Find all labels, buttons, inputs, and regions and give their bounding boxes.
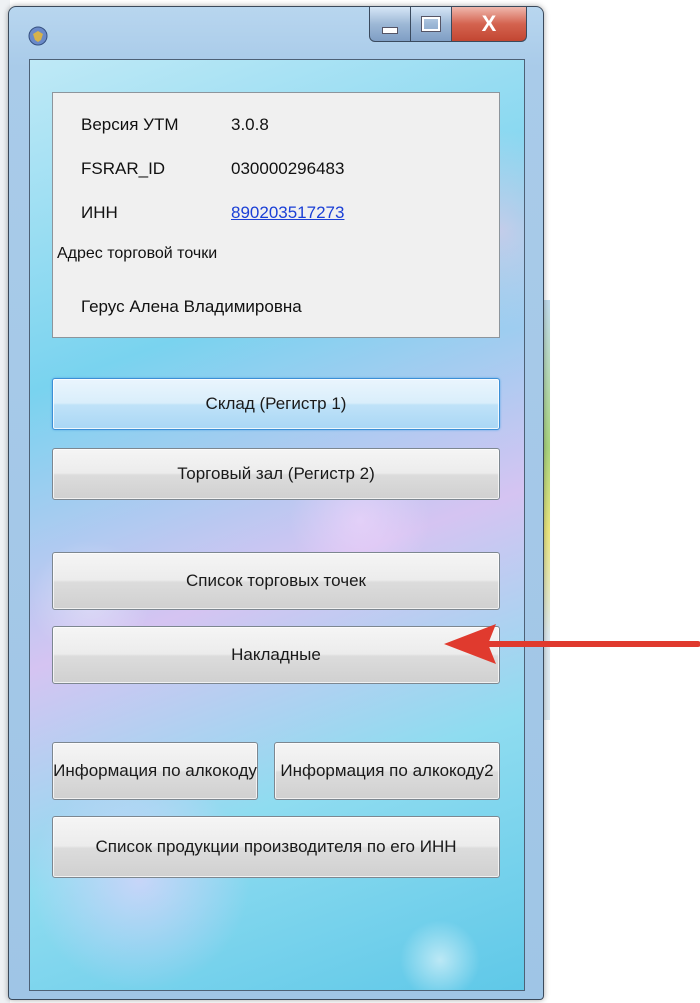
window-controls: X [369, 7, 527, 42]
title-bar[interactable]: X [9, 7, 543, 57]
maximize-button[interactable] [411, 7, 452, 42]
close-icon: X [481, 11, 497, 36]
inn-link[interactable]: 890203517273 [231, 203, 344, 223]
info-panel: Версия УТМ 3.0.8 FSRAR_ID 030000296483 И… [52, 92, 500, 338]
producer-products-button[interactable]: Список продукции производителя по его ИН… [52, 816, 500, 878]
invoices-button[interactable]: Накладные [52, 626, 500, 684]
inn-label: ИНН [81, 203, 118, 222]
version-label: Версия УТМ [81, 115, 179, 134]
owner-name: Герус Алена Владимировна [81, 297, 302, 316]
version-value: 3.0.8 [231, 115, 269, 134]
maximize-icon [421, 16, 441, 32]
fsrar-label: FSRAR_ID [81, 159, 166, 178]
alcocode-info2-button[interactable]: Информация по алкокоду2 [274, 742, 500, 800]
client-area: Версия УТМ 3.0.8 FSRAR_ID 030000296483 И… [29, 59, 525, 991]
app-window: X Версия УТМ 3.0.8 FSRAR_ID 030000296483… [8, 6, 544, 1000]
warehouse-button[interactable]: Склад (Регистр 1) [52, 378, 500, 430]
minimize-icon [382, 26, 398, 34]
address-label: Адрес торговой точки [57, 245, 218, 262]
alcocode-info-button[interactable]: Информация по алкокоду [52, 742, 258, 800]
red-arrow-icon [444, 624, 700, 664]
outlets-list-button[interactable]: Список торговых точек [52, 552, 500, 610]
sales-floor-button[interactable]: Торговый зал (Регистр 2) [52, 448, 500, 500]
fsrar-value: 030000296483 [231, 159, 345, 178]
close-button[interactable]: X [452, 7, 527, 42]
minimize-button[interactable] [369, 7, 411, 42]
app-shield-icon [28, 26, 48, 46]
